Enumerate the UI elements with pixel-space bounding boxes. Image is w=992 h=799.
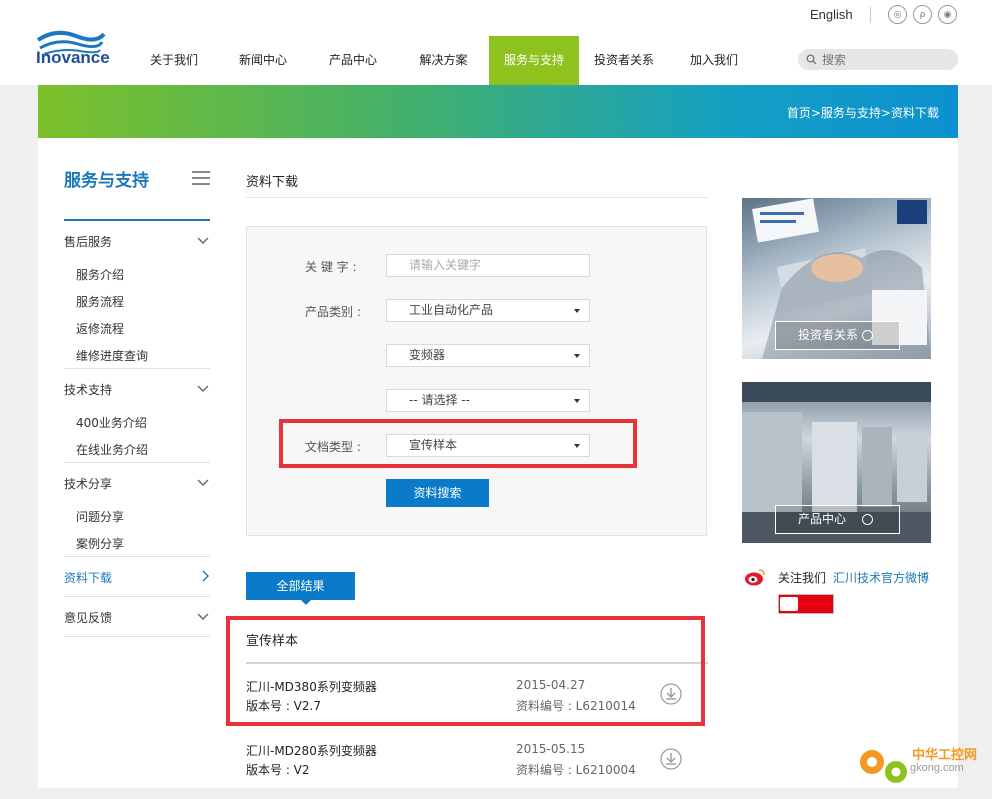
nav-about[interactable]: 关于我们 bbox=[130, 36, 218, 85]
sidebar-subitem-service-intro[interactable]: 服务介绍 bbox=[76, 266, 124, 283]
promo-products-label: 产品中心 bbox=[798, 512, 847, 526]
nav-solutions[interactable]: 解决方案 bbox=[398, 36, 489, 85]
language-switch[interactable]: English bbox=[810, 7, 853, 22]
watermark-title: 中华工控网 bbox=[912, 748, 978, 763]
follow-us-label: 关注我们 bbox=[778, 571, 827, 585]
category-select-2[interactable]: 变频器 bbox=[386, 344, 590, 367]
nav-investors[interactable]: 投资者关系 bbox=[579, 36, 669, 85]
result-date: 2015-05.15 bbox=[516, 742, 586, 756]
category-label: 产品类别 : bbox=[305, 305, 361, 319]
result-title[interactable]: 汇川-MD280系列变频器 bbox=[246, 742, 377, 759]
tencent-weibo-icon[interactable]: ρ bbox=[913, 5, 932, 24]
promo-investors-label: 投资者关系 bbox=[798, 328, 859, 342]
nav-service-support[interactable]: 服务与支持 bbox=[489, 36, 579, 85]
breadcrumb[interactable]: 首页>服务与支持>资料下载 bbox=[787, 104, 939, 121]
watermark-url: gkong.com bbox=[910, 762, 964, 774]
chevron-down-icon[interactable] bbox=[196, 478, 210, 488]
sidebar-item-after-sales[interactable]: 售后服务 bbox=[64, 233, 210, 250]
download-icon[interactable] bbox=[660, 748, 682, 770]
sidebar-divider bbox=[64, 556, 210, 557]
keyword-label: 关 键 字 : bbox=[305, 260, 357, 274]
sidebar-subitem-cases[interactable]: 案例分享 bbox=[76, 535, 124, 552]
sidebar-item-downloads[interactable]: 资料下载 bbox=[64, 569, 210, 586]
highlight-box-result bbox=[226, 616, 705, 726]
sidebar-item-tech-share[interactable]: 技术分享 bbox=[64, 475, 210, 492]
dropdown-caret-icon bbox=[574, 309, 580, 313]
category-select-1-value: 工业自动化产品 bbox=[409, 303, 494, 317]
nav-news[interactable]: 新闻中心 bbox=[218, 36, 308, 85]
sidebar-subitem-repair-process[interactable]: 返修流程 bbox=[76, 320, 124, 337]
category-select-1[interactable]: 工业自动化产品 bbox=[386, 299, 590, 322]
sidebar-subitem-service-process[interactable]: 服务流程 bbox=[76, 293, 124, 310]
title-divider bbox=[246, 197, 708, 198]
weibo-logo-icon[interactable] bbox=[744, 567, 766, 587]
dropdown-caret-icon bbox=[574, 399, 580, 403]
category-select-3[interactable]: -- 请选择 -- bbox=[386, 389, 590, 412]
document-search-button[interactable]: 资料搜索 bbox=[386, 479, 489, 507]
category-select-3-value: -- 请选择 -- bbox=[409, 393, 470, 407]
promo-products-button[interactable]: 产品中心 bbox=[775, 505, 900, 534]
chevron-down-icon[interactable] bbox=[196, 384, 210, 394]
sidebar-subitem-400[interactable]: 400业务介绍 bbox=[76, 414, 147, 431]
sidebar-subitem-online[interactable]: 在线业务介绍 bbox=[76, 441, 148, 458]
menu-icon[interactable] bbox=[192, 171, 210, 185]
highlight-box-doctype bbox=[279, 419, 637, 468]
sidebar-divider bbox=[64, 462, 210, 463]
promo-investors-button[interactable]: 投资者关系 bbox=[775, 321, 900, 350]
chevron-down-icon[interactable] bbox=[196, 612, 210, 622]
sidebar-divider bbox=[64, 368, 210, 369]
page-title: 资料下载 bbox=[246, 175, 299, 190]
tab-all-results[interactable]: 全部结果 bbox=[246, 572, 355, 600]
result-code: 资料编号 : L6210004 bbox=[516, 763, 636, 777]
sidebar-item-tech-support[interactable]: 技术支持 bbox=[64, 381, 210, 398]
search-icon[interactable] bbox=[806, 54, 817, 65]
result-version: 版本号 : V2 bbox=[246, 763, 310, 777]
nav-join-us[interactable]: 加入我们 bbox=[669, 36, 759, 85]
wechat-icon[interactable]: ◉ bbox=[938, 5, 957, 24]
weibo-small-icon bbox=[780, 597, 798, 611]
main-nav: 关于我们 新闻中心 产品中心 解决方案 服务与支持 投资者关系 加入我们 bbox=[130, 36, 759, 85]
chevron-down-icon[interactable] bbox=[196, 236, 210, 246]
sidebar-divider bbox=[64, 636, 210, 637]
category-select-2-value: 变频器 bbox=[409, 348, 446, 362]
logo-text: Inovance bbox=[36, 48, 110, 67]
header-divider bbox=[870, 7, 871, 23]
weibo-icon[interactable]: ◎ bbox=[888, 5, 907, 24]
keyword-input[interactable]: 请输入关键字 bbox=[386, 254, 590, 277]
sidebar-item-feedback[interactable]: 意见反馈 bbox=[64, 609, 210, 626]
promo-investors[interactable]: 投资者关系 bbox=[742, 198, 931, 359]
sidebar-subitem-repair-status[interactable]: 维修进度查询 bbox=[76, 347, 148, 364]
arrow-circle-icon bbox=[862, 330, 873, 341]
sidebar-subitem-problems[interactable]: 问题分享 bbox=[76, 508, 124, 525]
sidebar-title: 服务与支持 bbox=[64, 171, 149, 191]
dropdown-caret-icon bbox=[574, 354, 580, 358]
arrow-circle-icon bbox=[862, 514, 873, 525]
official-weibo-link[interactable]: 汇川技术官方微博 bbox=[833, 569, 929, 586]
search-input[interactable] bbox=[822, 49, 952, 70]
promo-products[interactable]: 产品中心 bbox=[742, 382, 931, 543]
chevron-right-icon[interactable] bbox=[200, 569, 210, 583]
tab-pointer bbox=[301, 600, 311, 605]
nav-products[interactable]: 产品中心 bbox=[308, 36, 398, 85]
sidebar-divider bbox=[64, 596, 210, 597]
sidebar-title-underline bbox=[64, 219, 210, 221]
